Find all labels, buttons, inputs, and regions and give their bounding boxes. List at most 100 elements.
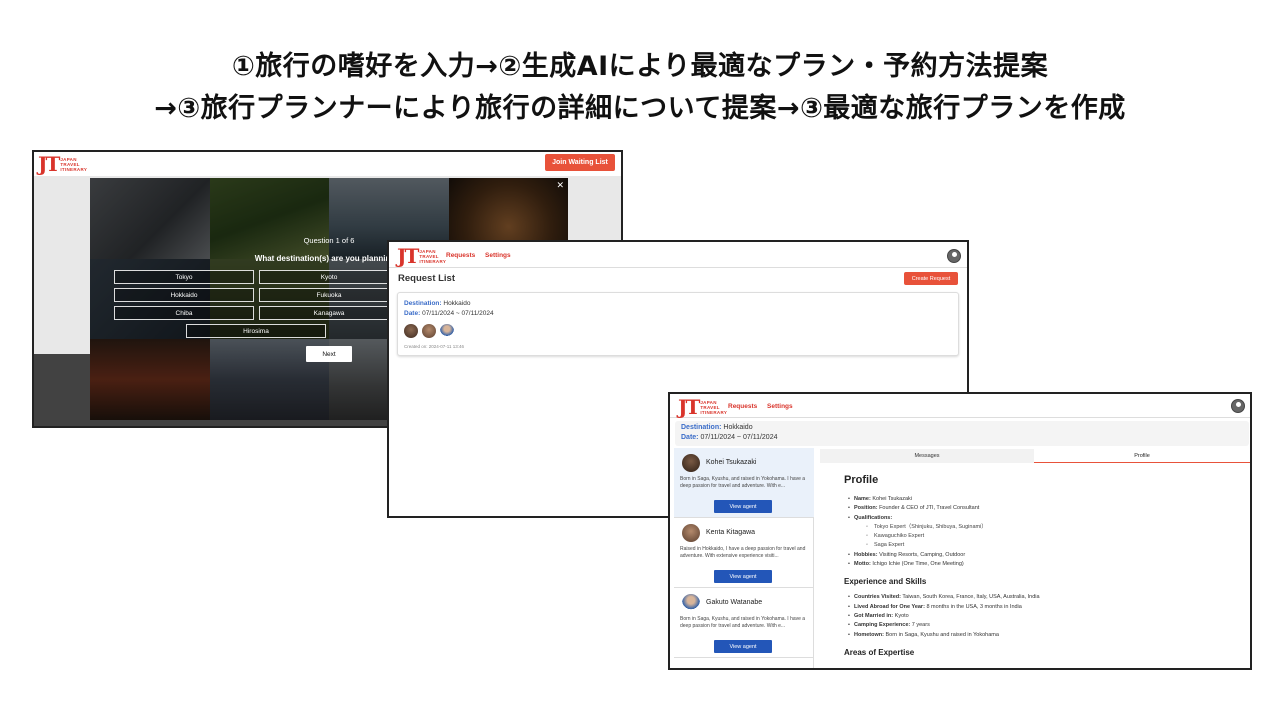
nav-settings-link[interactable]: Settings <box>767 403 793 410</box>
agent-bio: Born in Saga, Kyushu, and raised in Yoko… <box>680 616 806 629</box>
agent-avatar <box>440 324 454 338</box>
destination-label: Destination: <box>681 424 722 431</box>
agent-bio: Raised in Hokkaido, I have a deep passio… <box>680 546 806 559</box>
detail-tabs: Messages Profile <box>820 449 1250 463</box>
field-label: Hometown: <box>854 631 884 638</box>
agent-avatar <box>422 324 436 338</box>
destination-value: Hokkaido <box>723 424 753 431</box>
qualification-item: Saga Expert <box>844 541 1244 551</box>
top-nav: JT JAPAN TRAVEL ITINERARY Requests Setti… <box>670 394 1250 418</box>
field-value: Visiting Resorts, Camping, Outdoor <box>879 551 966 558</box>
jti-logo[interactable]: JT JAPAN TRAVEL ITINERARY <box>397 244 446 268</box>
view-agent-button[interactable]: View agent <box>714 640 772 653</box>
jti-logo[interactable]: JT JAPAN TRAVEL ITINERARY <box>38 154 87 174</box>
headline-line-1: ①旅行の嗜好を入力→②生成AIにより最適なプラン・予約方法提案 <box>231 51 1049 82</box>
profile-hobbies: Hobbies: Visiting Resorts, Camping, Outd… <box>844 551 1244 561</box>
view-agent-button[interactable]: View agent <box>714 500 772 513</box>
agent-bio: Born in Saga, Kyushu, and raised in Yoko… <box>680 476 806 489</box>
field-value: Born in Saga, Kyushu and raised in Yokoh… <box>885 631 999 638</box>
field-value: Founder & CEO of JTI, Travel Consultant <box>879 505 980 512</box>
field-label: Position: <box>854 505 878 512</box>
qualification-item: Tokyo Expert（Shinjuku, Shibuya, Suginami… <box>844 523 1244 533</box>
page-title: Request List <box>398 273 456 284</box>
agent-name: Kohei Tsukazaki <box>706 459 757 466</box>
request-summary: Destination: Hokkaido Date: 07/11/2024 ~… <box>675 421 1249 446</box>
profile-hometown: Hometown: Born in Saga, Kyushu and raise… <box>844 631 1244 641</box>
user-circle-icon[interactable] <box>947 249 961 263</box>
jti-logo[interactable]: JT JAPAN TRAVEL ITINERARY <box>678 395 727 419</box>
field-value: Ichigo Ichie (One Time, One Meeting) <box>872 561 964 568</box>
agent-avatar <box>682 524 700 542</box>
agent-card[interactable]: Kenta Kitagawa Raised in Hokkaido, I hav… <box>674 518 814 588</box>
field-value: Kyoto <box>894 612 909 619</box>
field-value: 7 years <box>911 622 930 629</box>
date-value: 07/11/2024 ~ 07/11/2024 <box>700 434 778 441</box>
field-label: Lived Abroad for One Year: <box>854 603 925 610</box>
agent-name: Kenta Kitagawa <box>706 529 756 536</box>
join-waiting-list-button[interactable]: Join Waiting List <box>545 154 615 171</box>
destination-label: Destination: <box>404 300 442 307</box>
field-label: Countries Visited: <box>854 594 901 601</box>
nav-requests-link[interactable]: Requests <box>446 252 475 259</box>
option-kyoto[interactable]: Kyoto <box>259 270 399 284</box>
expertise-heading: Areas of Expertise <box>844 647 915 657</box>
top-nav: JT JAPAN TRAVEL ITINERARY Requests Setti… <box>389 242 967 268</box>
logo-line-3: ITINERARY <box>419 258 447 264</box>
logo-words: JAPAN TRAVEL ITINERARY <box>419 249 446 264</box>
option-hokkaido[interactable]: Hokkaido <box>114 288 254 302</box>
create-request-button[interactable]: Create Request <box>904 272 958 285</box>
nav-requests-link[interactable]: Requests <box>728 403 757 410</box>
option-kanagawa[interactable]: Kanagawa <box>259 306 399 320</box>
agent-avatar <box>404 324 418 338</box>
profile-qualifications: Qualifications: <box>844 514 1244 524</box>
destination-row: Destination: Hokkaido <box>681 424 753 431</box>
date-value: 07/11/2024 ~ 07/11/2024 <box>422 310 494 317</box>
logo-words: JAPAN TRAVEL ITINERARY <box>60 157 87 172</box>
field-label: Got Married in: <box>854 612 894 619</box>
field-label: Name: <box>854 496 871 502</box>
logo-mark: JT <box>678 395 700 419</box>
tab-profile[interactable]: Profile <box>1034 449 1250 463</box>
profile-position: Position: Founder & CEO of JTI, Travel C… <box>844 504 1244 514</box>
option-fukuoka[interactable]: Fukuoka <box>259 288 399 302</box>
view-agent-button[interactable]: View agent <box>714 570 772 583</box>
agent-card[interactable]: Gakuto Watanabe Born in Saga, Kyushu, an… <box>674 588 814 658</box>
qualification-item: Kawaguchiko Expert <box>844 532 1244 542</box>
nav-settings-link[interactable]: Settings <box>485 252 511 259</box>
option-tokyo[interactable]: Tokyo <box>114 270 254 284</box>
experience-heading: Experience and Skills <box>844 577 927 587</box>
option-hirosima[interactable]: Hirosima <box>186 324 326 338</box>
field-value: Taiwan, South Korea, France, Italy, USA,… <box>902 594 1040 601</box>
user-circle-icon[interactable] <box>1231 399 1245 413</box>
field-label: Hobbies: <box>854 551 878 558</box>
profile-married: Got Married in: Kyoto <box>844 612 1244 622</box>
profile-countries: Countries Visited: Taiwan, South Korea, … <box>844 593 1244 603</box>
profile-title: Profile <box>844 474 879 486</box>
logo-mark: JT <box>397 244 419 268</box>
option-chiba[interactable]: Chiba <box>114 306 254 320</box>
tab-messages[interactable]: Messages <box>820 449 1034 463</box>
top-bar: JT JAPAN TRAVEL ITINERARY Join Waiting L… <box>34 152 621 176</box>
headline-line-2: →③旅行プランナーにより旅行の詳細について提案→③最適な旅行プランを作成 <box>154 93 1126 124</box>
field-label: Motto: <box>854 561 871 568</box>
field-label: Qualifications: <box>854 514 893 521</box>
field-value: Kohei Tsukazaki <box>872 496 912 502</box>
agent-profile-screenshot: JT JAPAN TRAVEL ITINERARY Requests Setti… <box>668 392 1252 670</box>
agent-card[interactable]: Kohei Tsukazaki Born in Saga, Kyushu, an… <box>674 448 814 518</box>
profile-motto: Motto: Ichigo Ichie (One Time, One Meeti… <box>844 560 1244 570</box>
date-label: Date: <box>404 310 421 317</box>
close-icon[interactable]: ✕ <box>556 180 564 191</box>
created-timestamp: Created on: 2024-07-11 13:46 <box>404 344 464 349</box>
logo-words: JAPAN TRAVEL ITINERARY <box>700 400 727 415</box>
agent-avatar <box>682 594 700 612</box>
logo-line-3: ITINERARY <box>60 166 88 172</box>
agent-name: Gakuto Watanabe <box>706 599 763 606</box>
agent-list: Kohei Tsukazaki Born in Saga, Kyushu, an… <box>674 448 814 668</box>
agent-avatar <box>682 454 700 472</box>
destination-value: Hokkaido <box>443 300 471 307</box>
profile-abroad: Lived Abroad for One Year: 8 months in t… <box>844 603 1244 613</box>
request-card[interactable]: Destination: Hokkaido Date: 07/11/2024 ~… <box>397 292 959 356</box>
profile-camping: Camping Experience: 7 years <box>844 621 1244 631</box>
date-label: Date: <box>681 434 699 441</box>
next-button[interactable]: Next <box>306 346 352 362</box>
